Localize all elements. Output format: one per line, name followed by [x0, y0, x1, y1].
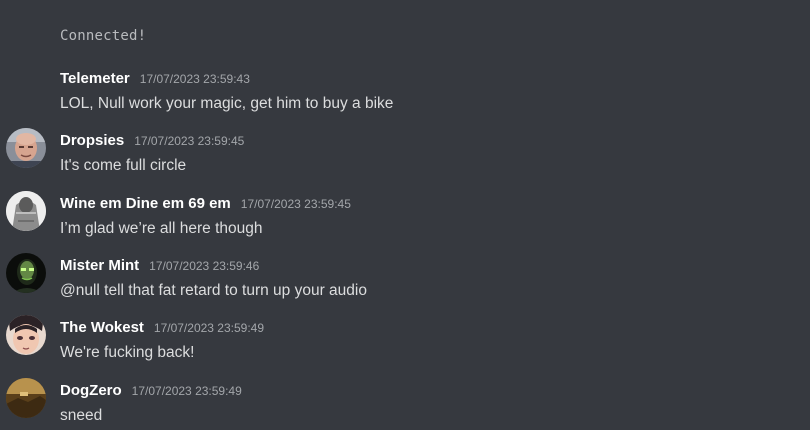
author-name[interactable]: Wine em Dine em 69 em: [60, 195, 231, 212]
message-text: LOL, Null work your magic, get him to bu…: [60, 95, 394, 112]
author-name[interactable]: Telemeter: [60, 70, 130, 87]
message-header: Wine em Dine em 69 em 17/07/2023 23:59:45: [60, 195, 351, 213]
author-name[interactable]: The Wokest: [60, 319, 144, 336]
avatar[interactable]: [6, 315, 46, 355]
message-timestamp: 17/07/2023 23:59:46: [149, 259, 260, 273]
message: Dropsies 17/07/2023 23:59:45 It's come fu…: [0, 128, 810, 184]
message-text: It's come full circle: [60, 157, 187, 174]
author-name[interactable]: Dropsies: [60, 132, 124, 149]
message-timestamp: 17/07/2023 23:59:45: [240, 197, 351, 211]
message-header: Mister Mint 17/07/2023 23:59:46: [60, 257, 259, 275]
message-timestamp: 17/07/2023 23:59:45: [134, 134, 245, 148]
message: DogZero 17/07/2023 23:59:49 sneed: [0, 378, 810, 430]
message-text: We're fucking back!: [60, 344, 195, 361]
connection-status: Connected!: [60, 28, 147, 44]
message-timestamp: 17/07/2023 23:59:49: [153, 321, 265, 335]
message: Telemeter 17/07/2023 23:59:43 LOL, Null w…: [0, 70, 810, 122]
message-timestamp: 17/07/2023 23:59:43: [139, 72, 250, 86]
message-timestamp: 17/07/2023 23:59:49: [131, 384, 242, 398]
message-text: @null tell that fat retard to turn up yo…: [60, 282, 367, 299]
avatar[interactable]: [6, 191, 46, 231]
message-header: DogZero 17/07/2023 23:59:49: [60, 382, 242, 400]
message-text: sneed: [60, 407, 103, 424]
avatar[interactable]: [6, 128, 46, 168]
author-name[interactable]: DogZero: [60, 382, 122, 399]
avatar[interactable]: [6, 253, 46, 293]
message: The Wokest 17/07/2023 23:59:49 We're fuck…: [0, 315, 810, 371]
chat-log: Connected! Telemeter 17/07/2023 23:59:43 …: [0, 0, 810, 430]
message-text: I’m glad we’re all here though: [60, 220, 263, 237]
message: Wine em Dine em 69 em 17/07/2023 23:59:45…: [0, 191, 810, 247]
message-header: Telemeter 17/07/2023 23:59:43: [60, 70, 250, 88]
author-name[interactable]: Mister Mint: [60, 257, 139, 274]
message: Mister Mint 17/07/2023 23:59:46 @null tel…: [0, 253, 810, 309]
message-header: Dropsies 17/07/2023 23:59:45: [60, 132, 244, 150]
message-header: The Wokest 17/07/2023 23:59:49: [60, 319, 264, 337]
avatar[interactable]: [6, 378, 46, 418]
